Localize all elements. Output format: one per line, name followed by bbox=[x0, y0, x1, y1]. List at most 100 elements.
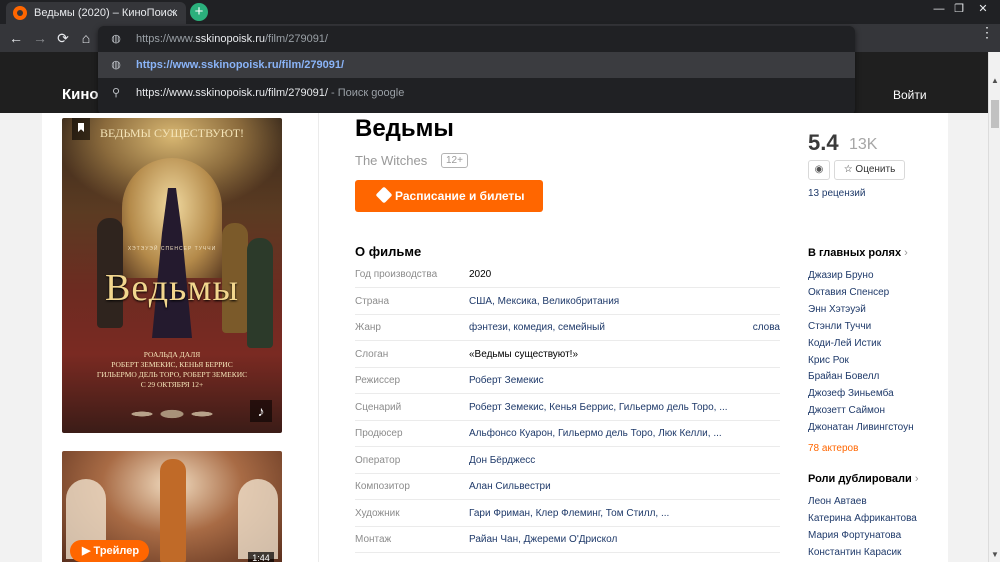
forward-icon[interactable]: → bbox=[32, 30, 48, 46]
info-value[interactable]: Альфонсо Куарон, Гильермо дель Торо, Люк… bbox=[469, 428, 722, 439]
search-icon: ⚲ bbox=[111, 87, 121, 99]
close-window-button[interactable]: ✕ bbox=[974, 2, 992, 16]
cast-actor-link[interactable]: Джазир Бруно bbox=[808, 270, 874, 281]
info-value[interactable]: США, Мексика, Великобритания bbox=[469, 296, 619, 307]
info-row: Сценарий Роберт Земекис, Кенья Беррис, Ги… bbox=[355, 395, 780, 421]
info-label: Монтаж bbox=[355, 534, 392, 545]
info-row: Продюсер Альфонсо Куарон, Гильермо дель Т… bbox=[355, 421, 780, 447]
poster-mice bbox=[122, 396, 222, 426]
omnibox-dropdown: ◍ https://www.sskinopoisk.ru/film/279091… bbox=[98, 26, 855, 115]
info-label: Композитор bbox=[355, 481, 410, 492]
reviews-link[interactable]: 13 рецензий bbox=[808, 188, 865, 199]
movie-poster[interactable]: ВЕДЬМЫ СУЩЕСТВУЮТ! ХЭТЭУЭЙ СПЕНСЕР ТУЧЧИ… bbox=[62, 118, 282, 433]
cast-actor-link[interactable]: Крис Рок bbox=[808, 355, 849, 366]
back-icon[interactable]: ← bbox=[8, 30, 24, 46]
eye-icon: ◉ bbox=[814, 164, 824, 175]
info-value[interactable]: Дон Бёрджесс bbox=[469, 455, 535, 466]
trailer-button[interactable]: ▶ Трейлер bbox=[70, 540, 150, 562]
info-label: Оператор bbox=[355, 454, 401, 466]
suggestion-search-text: https://www.sskinopoisk.ru/film/279091/ … bbox=[136, 87, 405, 99]
chevron-right-icon: › bbox=[914, 473, 919, 485]
browser-titlebar: Ведьмы (2020) – КиноПоиск × + — ❐ ✕ bbox=[0, 0, 1000, 24]
about-heading: О фильме bbox=[355, 244, 422, 259]
movie-title: Ведьмы bbox=[355, 115, 454, 142]
poster-title: Ведьмы bbox=[105, 267, 239, 309]
poster-tagline: ВЕДЬМЫ СУЩЕСТВУЮТ! bbox=[99, 126, 245, 140]
browser-tab[interactable]: Ведьмы (2020) – КиноПоиск × bbox=[6, 2, 186, 24]
info-row: Страна США, Мексика, Великобритания bbox=[355, 289, 780, 315]
page-scrollbar[interactable]: ▲ ▼ bbox=[988, 52, 1000, 562]
info-row: Режиссер Роберт Земекис bbox=[355, 368, 780, 394]
info-label: Страна bbox=[355, 295, 390, 307]
dubbing-actor-link[interactable]: Константин Карасик bbox=[808, 547, 901, 558]
scroll-thumb[interactable] bbox=[991, 100, 999, 128]
omnibox-suggestion-search[interactable]: ⚲ https://www.sskinopoisk.ru/film/279091… bbox=[98, 80, 855, 106]
site-logo[interactable]: Кино bbox=[62, 86, 99, 103]
dubbing-actor-link[interactable]: Мария Фортунатова bbox=[808, 530, 901, 541]
music-icon[interactable]: ♪ bbox=[250, 400, 272, 422]
omnibox-suggestion-url[interactable]: ◍ https://www.sskinopoisk.ru/film/279091… bbox=[98, 52, 855, 78]
info-label: Художник bbox=[355, 507, 400, 519]
scroll-down-icon[interactable]: ▼ bbox=[991, 550, 999, 559]
info-extra-link[interactable]: слова bbox=[753, 322, 780, 333]
kinopoisk-favicon-icon bbox=[13, 6, 27, 20]
address-input[interactable]: https://www.sskinopoisk.ru/film/279091/ bbox=[136, 33, 328, 45]
info-label: Продюсер bbox=[355, 428, 403, 439]
poster-actor-names: ХЭТЭУЭЙ СПЕНСЕР ТУЧЧИ bbox=[127, 246, 217, 252]
scroll-up-icon[interactable]: ▲ bbox=[991, 76, 999, 85]
trailer-duration: 1:44 bbox=[248, 552, 274, 562]
suggestion-url-text: https://www.sskinopoisk.ru/film/279091/ bbox=[136, 59, 345, 71]
new-tab-button[interactable]: + bbox=[190, 3, 208, 21]
cast-actor-link[interactable]: Октавия Спенсер bbox=[808, 287, 889, 298]
globe-icon: ◍ bbox=[111, 59, 121, 71]
info-label: Слоган bbox=[355, 348, 389, 360]
tab-title: Ведьмы (2020) – КиноПоиск bbox=[34, 7, 178, 19]
cast-actor-link[interactable]: Джозетт Саймон bbox=[808, 405, 885, 416]
age-rating-badge: 12+ bbox=[441, 153, 468, 168]
address-bar[interactable]: ◍ https://www.sskinopoisk.ru/film/279091… bbox=[98, 26, 855, 52]
info-row: Слоган «Ведьмы существуют!» bbox=[355, 342, 780, 368]
rate-button[interactable]: ☆ Оценить bbox=[834, 160, 905, 180]
watch-later-button[interactable]: ◉ bbox=[808, 160, 830, 180]
info-value: «Ведьмы существуют!» bbox=[469, 348, 579, 360]
info-value[interactable]: Роберт Земекис bbox=[469, 375, 544, 386]
info-label: Режиссер bbox=[355, 375, 401, 386]
info-row: Оператор Дон Бёрджесс bbox=[355, 448, 780, 474]
cast-actor-link[interactable]: Брайан Бовелл bbox=[808, 371, 879, 382]
info-label: Сценарий bbox=[355, 401, 402, 413]
dubbing-heading[interactable]: Роли дублировали › bbox=[808, 473, 918, 485]
cast-actor-link[interactable]: Энн Хэтэуэй bbox=[808, 304, 866, 315]
cast-actor-link[interactable]: Коди-Лей Истик bbox=[808, 338, 881, 349]
maximize-button[interactable]: ❐ bbox=[950, 2, 968, 16]
chevron-right-icon: › bbox=[904, 247, 908, 259]
poster-credits: РОАЛЬДА ДАЛЯ РОБЕРТ ЗЕМЕКИС, КЕНЬЯ БЕРРИ… bbox=[96, 350, 248, 389]
bookmark-icon[interactable] bbox=[72, 118, 90, 140]
minimize-button[interactable]: — bbox=[930, 2, 948, 16]
column-divider bbox=[318, 113, 319, 562]
info-value[interactable]: фэнтези, комедия, семейный bbox=[469, 322, 605, 333]
info-value[interactable]: Алан Сильвестри bbox=[469, 481, 551, 492]
cast-actor-link[interactable]: Стэнли Туччи bbox=[808, 321, 871, 332]
more-actors-link[interactable]: 78 актеров bbox=[808, 443, 858, 454]
browser-menu-icon[interactable]: ⋮ bbox=[980, 25, 994, 39]
dubbing-actor-link[interactable]: Катерина Африкантова bbox=[808, 513, 917, 524]
info-row: Год производства 2020 bbox=[355, 262, 780, 288]
globe-icon: ◍ bbox=[111, 33, 121, 45]
info-value[interactable]: Райан Чан, Джереми О'Дрискол bbox=[469, 534, 617, 545]
info-row: Жанр фэнтези, комедия, семейный слова bbox=[355, 315, 780, 341]
home-icon[interactable]: ⌂ bbox=[78, 30, 94, 46]
info-label: Год производства bbox=[355, 269, 438, 280]
dubbing-actor-link[interactable]: Леон Автаев bbox=[808, 496, 867, 507]
rating-value: 5.4 bbox=[808, 130, 839, 155]
info-label: Жанр bbox=[355, 322, 381, 333]
info-value[interactable]: Гари Фриман, Клер Флеминг, Том Стилл, ..… bbox=[469, 508, 669, 519]
reload-icon[interactable]: ⟳ bbox=[55, 30, 71, 46]
info-value[interactable]: Роберт Земекис, Кенья Беррис, Гильермо д… bbox=[469, 402, 728, 413]
login-link[interactable]: Войти bbox=[893, 88, 927, 102]
cast-actor-link[interactable]: Джозеф Зиньемба bbox=[808, 388, 894, 399]
cast-actor-link[interactable]: Джонатан Ливингстоун bbox=[808, 422, 914, 433]
tab-close-icon[interactable]: × bbox=[169, 5, 176, 19]
cast-heading[interactable]: В главных ролях › bbox=[808, 247, 908, 259]
info-row: Художник Гари Фриман, Клер Флеминг, Том С… bbox=[355, 501, 780, 527]
info-value[interactable]: 2020 bbox=[469, 269, 491, 280]
